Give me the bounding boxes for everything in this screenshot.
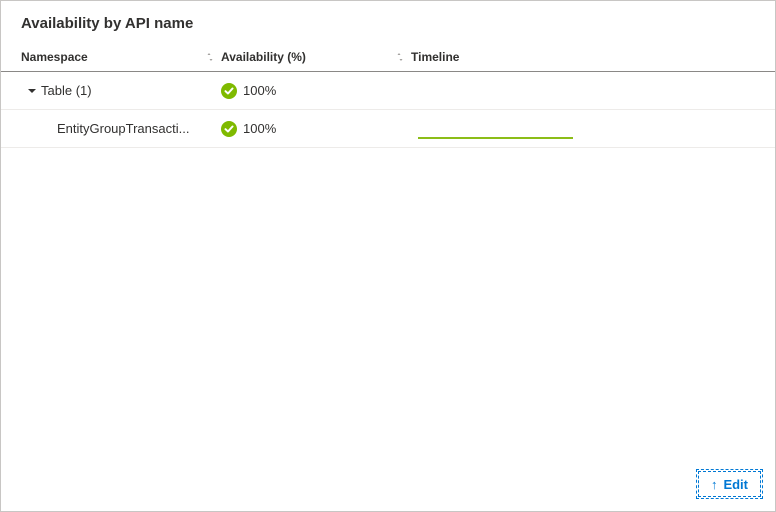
availability-cell: 100%	[221, 83, 411, 99]
table-row[interactable]: Table (1) 100%	[1, 72, 775, 110]
timeline-cell	[411, 72, 755, 109]
success-icon	[221, 121, 237, 137]
sort-icon	[205, 52, 215, 62]
col-header-namespace[interactable]: Namespace	[21, 50, 221, 64]
timeline-sparkline	[418, 137, 573, 139]
namespace-text: EntityGroupTransacti...	[57, 121, 189, 136]
table-row[interactable]: EntityGroupTransacti... 100%	[1, 110, 775, 148]
timeline-cell	[411, 110, 755, 147]
availability-cell: 100%	[221, 121, 411, 137]
sort-icon	[395, 52, 405, 62]
availability-panel: Availability by API name Namespace Avail…	[0, 0, 776, 512]
namespace-cell: EntityGroupTransacti...	[21, 121, 221, 136]
namespace-text: Table (1)	[41, 83, 92, 98]
edit-button[interactable]: ↑ Edit	[698, 471, 761, 497]
arrow-up-icon: ↑	[711, 477, 718, 492]
namespace-cell: Table (1)	[21, 83, 221, 98]
col-header-timeline-label: Timeline	[411, 50, 459, 64]
chevron-down-icon[interactable]	[27, 86, 37, 96]
panel-title: Availability by API name	[1, 1, 775, 42]
success-icon	[221, 83, 237, 99]
availability-text: 100%	[243, 121, 276, 136]
col-header-availability[interactable]: Availability (%)	[221, 50, 411, 64]
col-header-availability-label: Availability (%)	[221, 50, 306, 64]
availability-text: 100%	[243, 83, 276, 98]
table-header-row: Namespace Availability (%) Timeline	[1, 42, 775, 72]
col-header-namespace-label: Namespace	[21, 50, 88, 64]
edit-button-label: Edit	[723, 477, 748, 492]
col-header-timeline: Timeline	[411, 50, 755, 64]
availability-table: Namespace Availability (%) Timeline Tabl…	[1, 42, 775, 148]
